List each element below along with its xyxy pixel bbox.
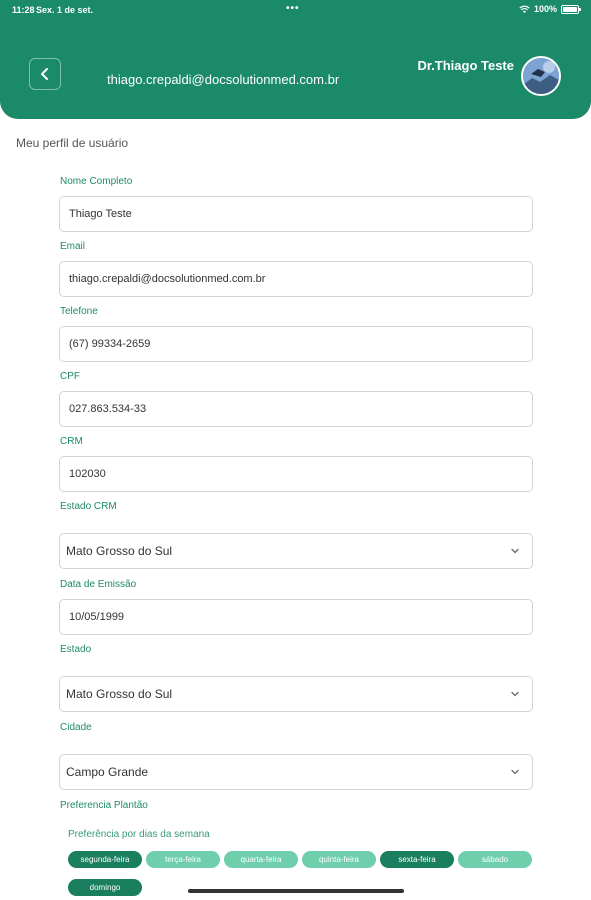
back-button[interactable]	[29, 58, 61, 90]
nome-field[interactable]: Thiago Teste	[59, 196, 533, 232]
chip-quinta-feira[interactable]: quinta-feira	[302, 851, 376, 868]
telefone-label: Telefone	[60, 306, 98, 317]
status-bar: 11:28 Sex. 1 de set. ••• 100%	[0, 0, 591, 20]
chip-domingo[interactable]: domingo	[68, 879, 142, 896]
chevron-down-icon	[511, 691, 519, 697]
header-doctor-name: Dr.Thiago Teste	[417, 58, 514, 73]
estado-value: Mato Grosso do Sul	[66, 687, 173, 701]
telefone-field[interactable]: (67) 99334-2659	[59, 326, 533, 362]
avatar[interactable]	[521, 56, 561, 96]
status-time: 11:28	[12, 5, 35, 15]
header-email: thiago.crepaldi@docsolutionmed.com.br	[107, 72, 340, 87]
estado-crm-value: Mato Grosso do Sul	[66, 544, 173, 558]
cidade-select[interactable]: Campo Grande	[59, 754, 533, 790]
page-title: Meu perfil de usuário	[16, 136, 129, 150]
email-value: thiago.crepaldi@docsolutionmed.com.br	[69, 273, 266, 285]
cpf-field[interactable]: 027.863.534-33	[59, 391, 533, 427]
status-right: 100%	[519, 4, 581, 14]
cidade-value: Campo Grande	[66, 765, 149, 779]
crm-value: 102030	[69, 468, 106, 480]
app-header: thiago.crepaldi@docsolutionmed.com.br Dr…	[0, 20, 591, 119]
dias-semana-label: Preferência por dias da semana	[68, 829, 210, 840]
chevron-left-icon	[41, 68, 48, 80]
chip-sabado[interactable]: sábado	[458, 851, 532, 868]
estado-label: Estado	[60, 644, 92, 655]
cidade-label: Cidade	[60, 722, 92, 733]
chevron-down-icon	[511, 548, 519, 554]
preferencia-label: Preferencia Plantão	[60, 800, 148, 811]
estado-crm-select[interactable]: Mato Grosso do Sul	[59, 533, 533, 569]
chip-terca-feira[interactable]: terça-feira	[146, 851, 220, 868]
battery-percent: 100%	[533, 4, 557, 14]
chip-segunda-feira[interactable]: segunda-feira	[68, 851, 142, 868]
chevron-down-icon	[511, 769, 519, 775]
battery-icon	[561, 4, 581, 14]
crm-field[interactable]: 102030	[59, 456, 533, 492]
status-date: Sex. 1 de set.	[36, 5, 94, 15]
home-indicator	[188, 889, 404, 893]
email-label: Email	[60, 241, 86, 252]
cpf-label: CPF	[60, 371, 80, 382]
chip-sexta-feira[interactable]: sexta-feira	[380, 851, 454, 868]
data-emissao-value: 10/05/1999	[69, 611, 125, 623]
multitask-dots-icon[interactable]: •••	[286, 3, 300, 14]
chip-quarta-feira[interactable]: quarta-feira	[224, 851, 298, 868]
estado-select[interactable]: Mato Grosso do Sul	[59, 676, 533, 712]
crm-label: CRM	[60, 436, 83, 447]
wifi-icon	[519, 5, 530, 13]
telefone-value: (67) 99334-2659	[69, 338, 151, 350]
cpf-value: 027.863.534-33	[69, 403, 147, 415]
nome-value: Thiago Teste	[69, 208, 132, 220]
email-field[interactable]: thiago.crepaldi@docsolutionmed.com.br	[59, 261, 533, 297]
estado-crm-label: Estado CRM	[60, 501, 117, 512]
data-emissao-label: Data de Emissão	[60, 579, 137, 590]
data-emissao-field[interactable]: 10/05/1999	[59, 599, 533, 635]
nome-label: Nome Completo	[60, 176, 133, 187]
profile-photo-icon	[523, 58, 559, 94]
